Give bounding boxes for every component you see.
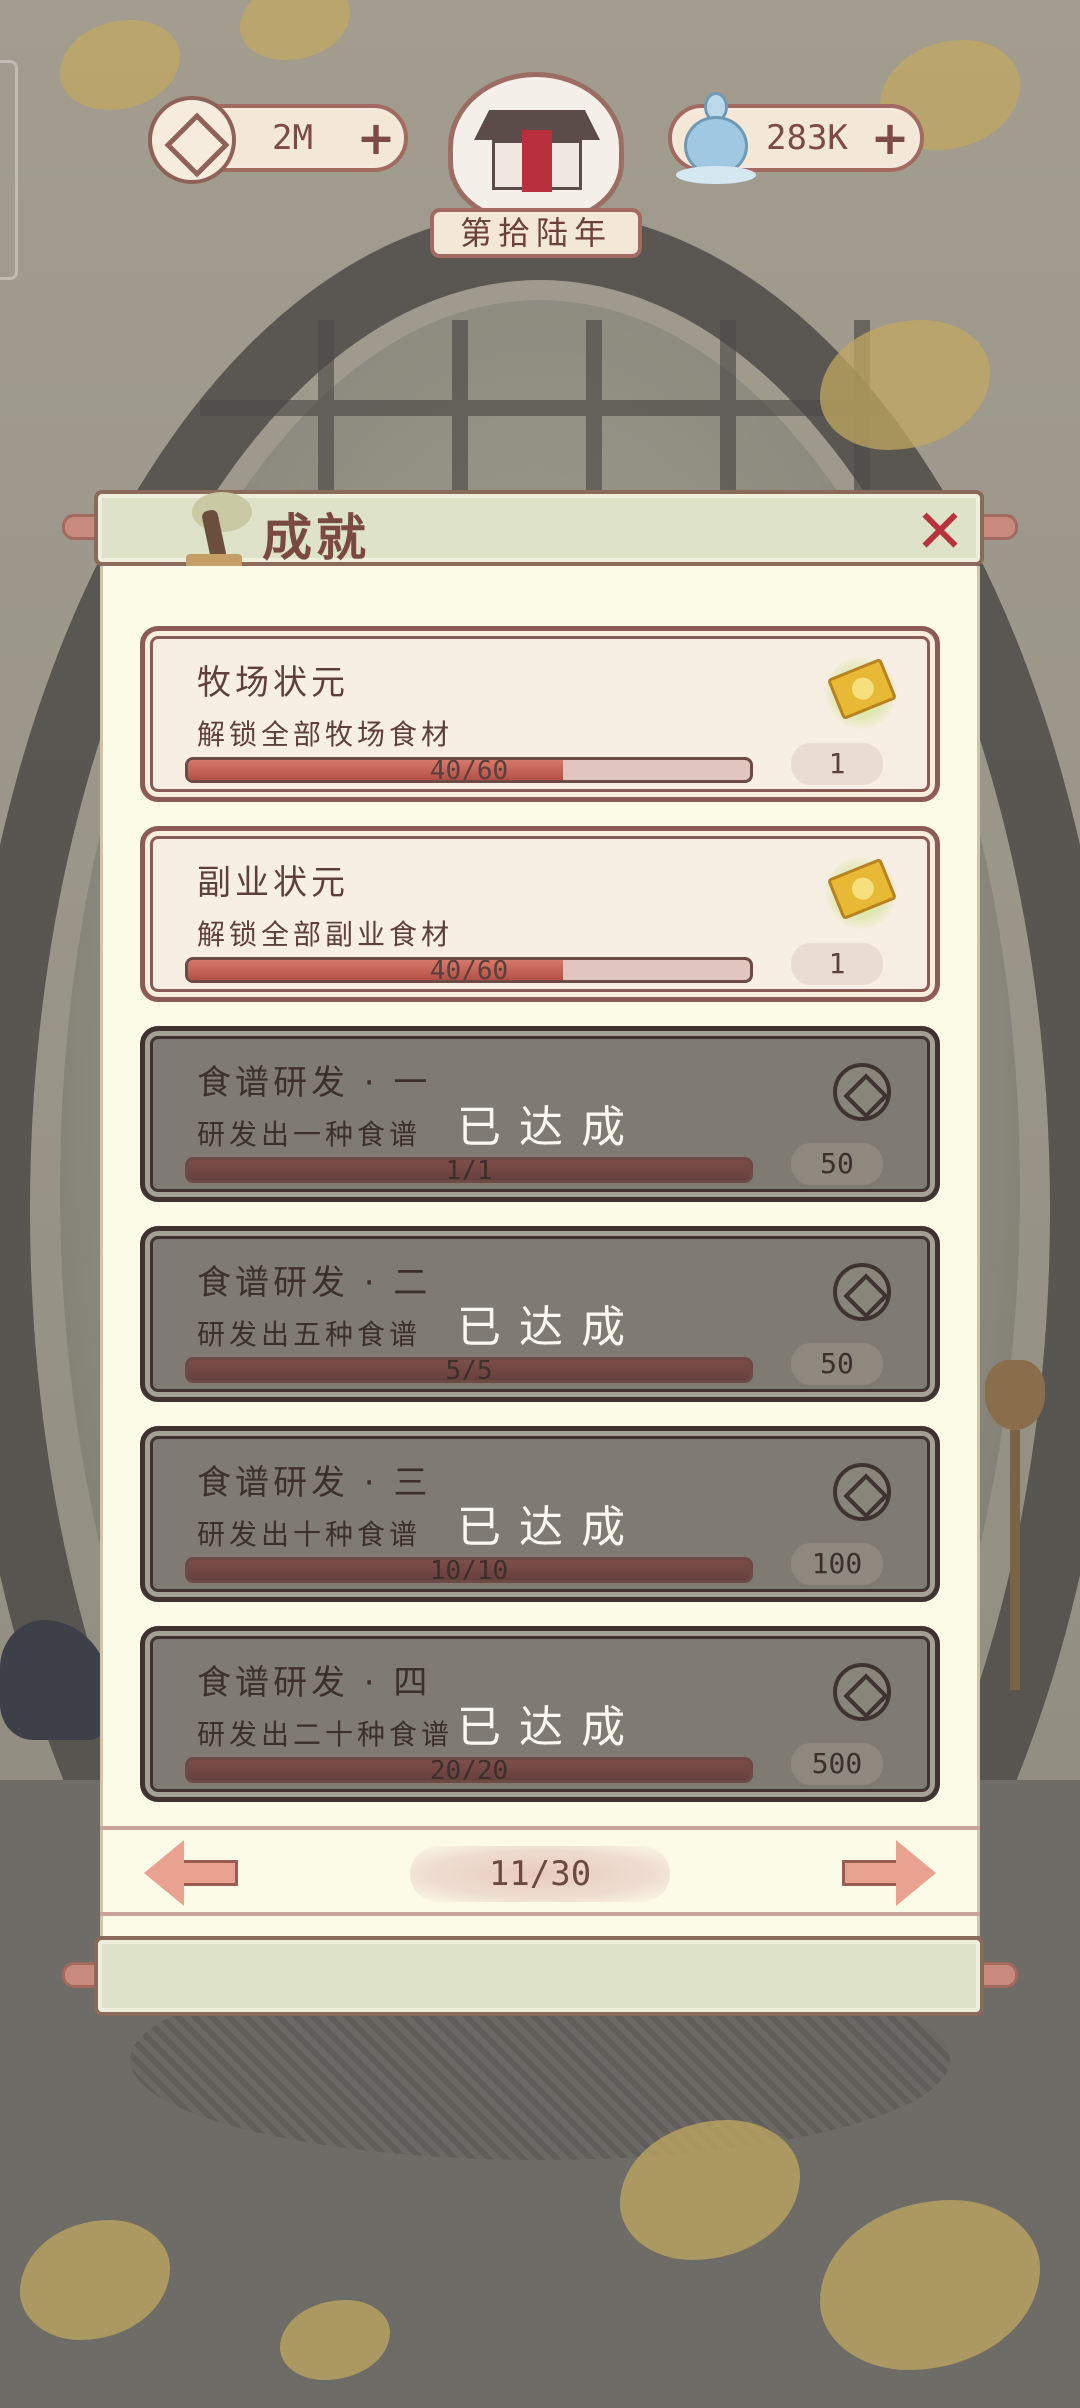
panel-divider <box>100 1826 980 1830</box>
completed-stamp: 已达成 <box>457 1502 643 1553</box>
house-icon-door <box>522 130 552 192</box>
achievement-description: 研发出一种食谱 <box>197 1118 422 1151</box>
progress-bar: 10/10 <box>185 1557 753 1583</box>
achievement-title: 食谱研发 · 一 <box>197 1063 432 1103</box>
achievement-title: 副业状元 <box>197 863 349 903</box>
progress-text: 5/5 <box>445 1357 493 1383</box>
achievement-card[interactable]: 食谱研发 · 四研发出二十种食谱 20/20 已达成 500 <box>140 1626 940 1802</box>
coin-value: 2M <box>272 118 313 158</box>
reward-amount: 1 <box>791 943 883 985</box>
progress-bar: 1/1 <box>185 1157 753 1183</box>
prev-page-button[interactable] <box>144 1840 238 1906</box>
close-icon[interactable]: ✕ <box>914 502 966 562</box>
panel-title: 成就 <box>262 509 370 567</box>
reward-amount: 100 <box>791 1543 883 1585</box>
coin-icon <box>148 96 236 184</box>
achievement-description: 研发出五种食谱 <box>197 1318 422 1351</box>
reward-amount: 500 <box>791 1743 883 1785</box>
ticket-icon <box>825 857 898 929</box>
reward-amount: 50 <box>791 1343 883 1385</box>
achievement-title: 食谱研发 · 三 <box>197 1463 432 1503</box>
completed-stamp: 已达成 <box>457 1302 643 1353</box>
progress-bar: 20/20 <box>185 1757 753 1783</box>
coin-icon <box>825 1457 897 1529</box>
completed-stamp: 已达成 <box>457 1702 643 1753</box>
progress-text: 40/60 <box>429 957 509 983</box>
achievement-description: 研发出二十种食谱 <box>197 1718 454 1751</box>
ticket-icon <box>825 657 898 729</box>
achievement-card[interactable]: 牧场状元解锁全部牧场食材 40/60 1 <box>140 626 940 802</box>
reward-amount: 1 <box>791 743 883 785</box>
reward-amount: 50 <box>791 1143 883 1185</box>
add-coins-button[interactable]: + <box>354 115 398 161</box>
progress-text: 20/20 <box>429 1757 509 1783</box>
achievement-description: 解锁全部副业食材 <box>197 918 454 951</box>
achievement-description: 解锁全部牧场食材 <box>197 718 454 751</box>
completed-stamp: 已达成 <box>457 1102 643 1153</box>
bonsai-icon <box>106 470 252 572</box>
coin-icon <box>825 1057 897 1129</box>
progress-bar: 40/60 <box>185 757 753 783</box>
coin-icon <box>825 1657 897 1729</box>
progress-text: 40/60 <box>429 757 509 783</box>
coin-icon <box>825 1257 897 1329</box>
next-page-button[interactable] <box>842 1840 936 1906</box>
arrow-right-icon <box>896 1840 936 1906</box>
achievement-title: 牧场状元 <box>197 663 349 703</box>
lamp-pole <box>1010 1430 1020 1690</box>
progress-text: 10/10 <box>429 1557 509 1583</box>
panel-footer <box>94 1936 984 2016</box>
achievement-card[interactable]: 食谱研发 · 三研发出十种食谱 10/10 已达成 100 <box>140 1426 940 1602</box>
year-label: 第拾陆年 <box>430 208 642 258</box>
achievement-title: 食谱研发 · 四 <box>197 1663 432 1703</box>
panel-divider <box>100 1912 980 1916</box>
essence-value: 283K <box>766 118 848 158</box>
add-essence-button[interactable]: + <box>868 115 912 161</box>
progress-bar: 40/60 <box>185 957 753 983</box>
achievement-card[interactable]: 食谱研发 · 一研发出一种食谱 1/1 已达成 50 <box>140 1026 940 1202</box>
achievement-card[interactable]: 食谱研发 · 二研发出五种食谱 5/5 已达成 50 <box>140 1226 940 1402</box>
lotus-lamp <box>985 1360 1045 1430</box>
page-indicator: 11/30 <box>410 1846 670 1902</box>
gourd-icon <box>676 92 756 188</box>
side-handle[interactable] <box>0 60 18 280</box>
arrow-left-icon <box>144 1840 184 1906</box>
achievement-card[interactable]: 副业状元解锁全部副业食材 40/60 1 <box>140 826 940 1002</box>
progress-text: 1/1 <box>445 1157 493 1183</box>
achievement-description: 研发出十种食谱 <box>197 1518 422 1551</box>
achievement-title: 食谱研发 · 二 <box>197 1263 432 1303</box>
progress-bar: 5/5 <box>185 1357 753 1383</box>
